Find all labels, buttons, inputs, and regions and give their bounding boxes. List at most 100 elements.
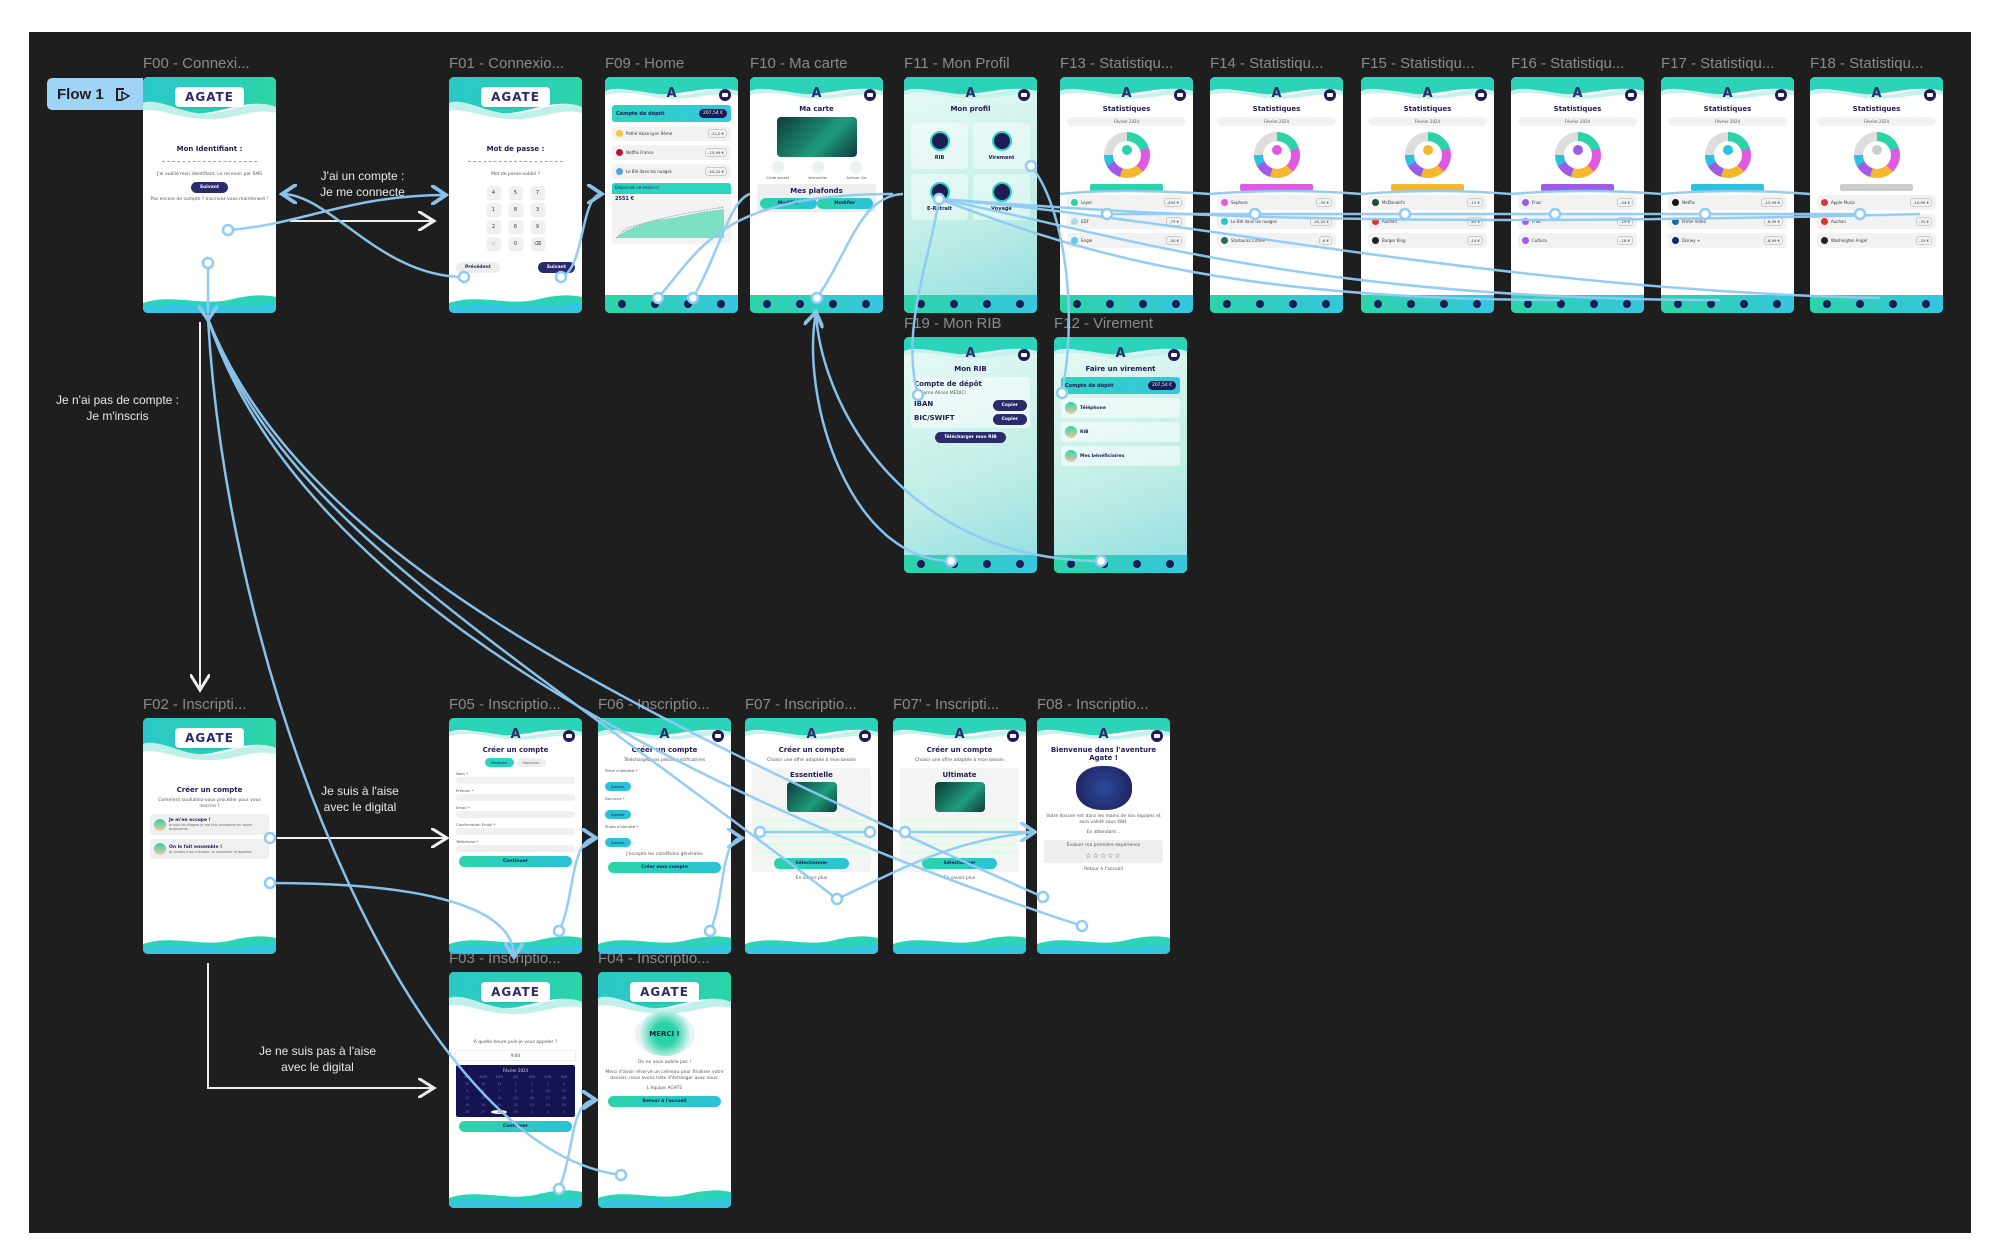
stats-icon[interactable]: [1773, 300, 1782, 308]
signup-option[interactable]: Je m'en occupe ! Je suis les étapes je me…: [150, 814, 269, 835]
screen-f04[interactable]: AGATE MERCI ! On ne vous oublie pas ! Merci…: [598, 972, 731, 1208]
stats-icon[interactable]: [1016, 300, 1025, 308]
calendar-day[interactable]: 3: [540, 1082, 556, 1086]
calendar-day[interactable]: 26: [459, 1110, 475, 1114]
screen-f15[interactable]: A Statistiques Février 2024 McDonald's -12 €…: [1361, 77, 1494, 313]
stats-icon[interactable]: [1172, 300, 1181, 308]
category-pill[interactable]: [1239, 184, 1314, 191]
account-balance[interactable]: Compte de dépôt 207,54 €: [612, 105, 731, 122]
keypad-key[interactable]: ⌫: [530, 237, 545, 250]
profile-icon[interactable]: [829, 300, 838, 308]
transaction-row[interactable]: Netflix -15,99 €: [1668, 195, 1787, 210]
home-icon[interactable]: [916, 560, 925, 568]
calendar-day[interactable]: 2: [540, 1110, 556, 1114]
profile-icon[interactable]: [1440, 300, 1449, 308]
calendar-day[interactable]: 22: [507, 1103, 523, 1107]
transaction-row[interactable]: Sephora -35 €: [1217, 195, 1336, 210]
profile-icon[interactable]: [1139, 300, 1148, 308]
mail-icon[interactable]: [1168, 349, 1180, 361]
home-icon[interactable]: [916, 300, 925, 308]
keypad-key[interactable]: ⁙: [486, 237, 501, 250]
text-input[interactable]: [456, 794, 575, 801]
calendar-day[interactable]: 11: [556, 1089, 572, 1093]
keypad-key[interactable]: 0: [508, 237, 523, 250]
calendar-day[interactable]: 20: [475, 1103, 491, 1107]
card-action-button[interactable]: Verrouiller: [808, 161, 827, 180]
keypad-key[interactable]: 6: [508, 220, 523, 233]
transaction-row[interactable]: Starbucks Coffee -6 €: [1217, 233, 1336, 248]
bank-card[interactable]: [776, 117, 857, 157]
home-icon[interactable]: [1066, 560, 1075, 568]
code-input[interactable]: [467, 157, 564, 162]
card-icon[interactable]: [1556, 300, 1565, 308]
text-input[interactable]: [456, 811, 575, 818]
screen-f02[interactable]: AGATE Créer un compte Comment souhaitez-vo…: [143, 718, 276, 954]
home-icon[interactable]: [1373, 300, 1382, 308]
action-button[interactable]: Continuer: [458, 856, 573, 867]
keypad-key[interactable]: 5: [508, 186, 523, 199]
screen-f16[interactable]: A Statistiques Février 2024 Fnac -34 € Fnac -2…: [1511, 77, 1644, 313]
calendar-day[interactable]: 29: [459, 1082, 475, 1086]
card-icon[interactable]: [949, 300, 958, 308]
profile-icon[interactable]: [983, 560, 992, 568]
keypad-key[interactable]: 7: [530, 186, 545, 199]
mail-icon[interactable]: [864, 89, 876, 101]
transaction-row[interactable]: Loyer -450 €: [1067, 195, 1186, 210]
text-input[interactable]: [456, 845, 575, 852]
screen-f11[interactable]: A Mon profil RIB Virement E-Retrait Voyage: [904, 77, 1037, 313]
keypad-key[interactable]: 9: [530, 220, 545, 233]
transfer-option[interactable]: Téléphone: [1061, 398, 1180, 418]
profile-icon[interactable]: [1590, 300, 1599, 308]
calendar-day[interactable]: 1: [507, 1082, 523, 1086]
calendar-day[interactable]: 31: [491, 1082, 507, 1086]
screen-f19[interactable]: A Mon RIB Compte de dépôt Madame Alison MED…: [904, 337, 1037, 573]
stats-icon[interactable]: [1922, 300, 1931, 308]
transaction-row[interactable]: Burger King -14 €: [1368, 233, 1487, 248]
calendar-day[interactable]: 6: [475, 1089, 491, 1093]
transaction-row[interactable]: McDonald's -12 €: [1368, 195, 1487, 210]
card-action-button[interactable]: Code secret: [766, 161, 789, 180]
home-icon[interactable]: [1222, 300, 1231, 308]
home-icon[interactable]: [1523, 300, 1532, 308]
month-selector[interactable]: Février 2024: [1067, 117, 1186, 126]
action-button[interactable]: Précédent: [456, 262, 500, 273]
screen-f12[interactable]: A Faire un virement Compte de dépôt 207,54 …: [1054, 337, 1187, 573]
calendar-day[interactable]: 21: [491, 1103, 507, 1107]
account-balance[interactable]: Compte de dépôt 207,54 €: [1061, 377, 1180, 394]
profile-icon[interactable]: [684, 300, 693, 308]
mail-icon[interactable]: [1625, 89, 1637, 101]
category-pill[interactable]: [1690, 184, 1765, 191]
card-icon[interactable]: [1255, 300, 1264, 308]
calendar-day[interactable]: 27: [475, 1110, 491, 1114]
transaction-row[interactable]: Le Blé dans les nuages -20,20 €: [1217, 214, 1336, 229]
screen-f18[interactable]: A Statistiques Février 2024 Apple Music -10,…: [1810, 77, 1943, 313]
calendar-day[interactable]: 13: [475, 1096, 491, 1100]
calendar-day[interactable]: 24: [540, 1103, 556, 1107]
transaction-row[interactable]: Auchan -65 €: [1368, 214, 1487, 229]
action-button[interactable]: Retour à l'accueil: [607, 1096, 722, 1107]
mail-icon[interactable]: [1018, 89, 1030, 101]
copy-button[interactable]: Copier: [992, 414, 1027, 425]
transaction-row[interactable]: Apple Music -10,99 €: [1817, 195, 1936, 210]
transaction-row[interactable]: Auchan -32 €: [1817, 214, 1936, 229]
keypad-key[interactable]: 4: [486, 186, 501, 199]
stats-icon[interactable]: [1166, 560, 1175, 568]
category-pill[interactable]: [1089, 184, 1164, 191]
category-pill[interactable]: [1839, 184, 1914, 191]
screen-f05[interactable]: A Créer un compte Madame Monsieur Nom * Préno…: [449, 718, 582, 954]
text-input[interactable]: [456, 828, 575, 835]
calendar-day[interactable]: 3: [556, 1110, 572, 1114]
calendar-day[interactable]: 15: [507, 1096, 523, 1100]
home-icon[interactable]: [617, 300, 626, 308]
profile-tile[interactable]: E-Retrait: [911, 174, 968, 220]
screen-f06[interactable]: A Créer un compte Téléchargez vos pièces j…: [598, 718, 731, 954]
mail-icon[interactable]: [1924, 89, 1936, 101]
transaction-row[interactable]: Netflix France -15,99 €: [612, 145, 731, 160]
mail-icon[interactable]: [1174, 89, 1186, 101]
calendar-day[interactable]: 23: [524, 1103, 540, 1107]
stats-icon[interactable]: [1473, 300, 1482, 308]
mail-icon[interactable]: [719, 89, 731, 101]
keypad-key[interactable]: 8: [508, 203, 523, 216]
copy-button[interactable]: Copier: [992, 400, 1027, 411]
mail-icon[interactable]: [1475, 89, 1487, 101]
